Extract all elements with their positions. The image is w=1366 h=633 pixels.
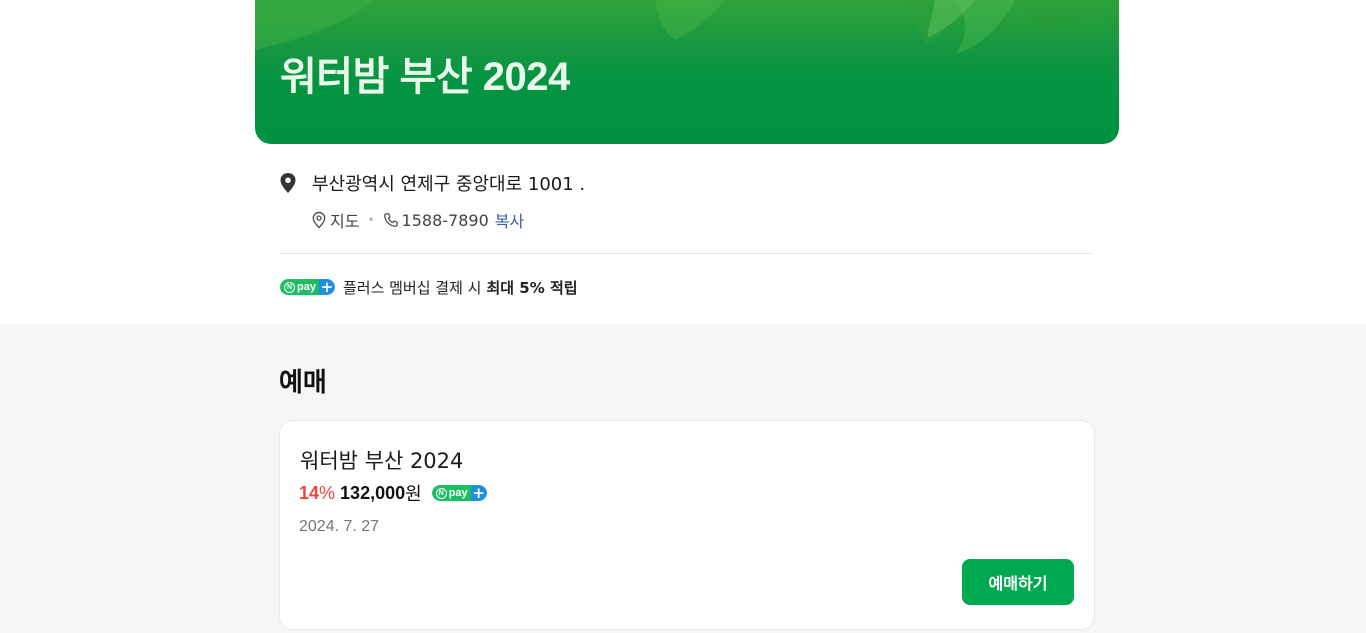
discount-rate: 14% [299, 482, 336, 503]
reserve-button[interactable]: 예매하기 [962, 559, 1074, 605]
hero-banner: 워터밤 부산 2024 [255, 0, 1119, 144]
map-link[interactable]: 지도 [311, 208, 359, 232]
address-row: 부산광역시 연제구 중앙대로 1001 . [279, 170, 585, 196]
location-pin-icon [280, 173, 296, 193]
location-meta-row: 지도 • 1588-7890 복사 [311, 208, 524, 232]
npay-benefit-highlight: 최대 5% 적립 [486, 278, 578, 297]
map-label: 지도 [330, 212, 360, 231]
phone-number: 1588-7890 [401, 210, 489, 230]
npay-benefit-row: Npay + 플러스 멤버십 결제 시 최대 5% 적립 [280, 276, 578, 298]
price-row: 14% 132,000 원 Npay + [299, 481, 495, 505]
ticket-price: 132,000 [340, 482, 406, 503]
phone-link[interactable]: 1588-7890 [383, 211, 489, 230]
divider [280, 253, 1093, 254]
copy-phone-button[interactable]: 복사 [495, 208, 524, 232]
currency-unit: 원 [405, 484, 422, 505]
booking-section-title: 예매 [279, 368, 327, 398]
npay-plus-icon: Npay + [431, 485, 487, 501]
phone-icon [383, 213, 398, 227]
address-text: 부산광역시 연제구 중앙대로 1001 . [312, 174, 586, 195]
separator-dot: • [367, 213, 375, 227]
map-outline-icon [312, 211, 326, 229]
npay-benefit-text: 플러스 멤버십 결제 시 [342, 278, 482, 297]
event-title: 워터밤 부산 2024 [280, 55, 570, 99]
ticket-title: 워터밤 부산 2024 [300, 449, 464, 473]
ticket-card: 워터밤 부산 2024 14% 132,000 원 Npay + 2024. 7… [279, 420, 1095, 630]
event-date: 2024. 7. 27 [299, 518, 380, 535]
npay-plus-icon: Npay + [280, 279, 335, 295]
